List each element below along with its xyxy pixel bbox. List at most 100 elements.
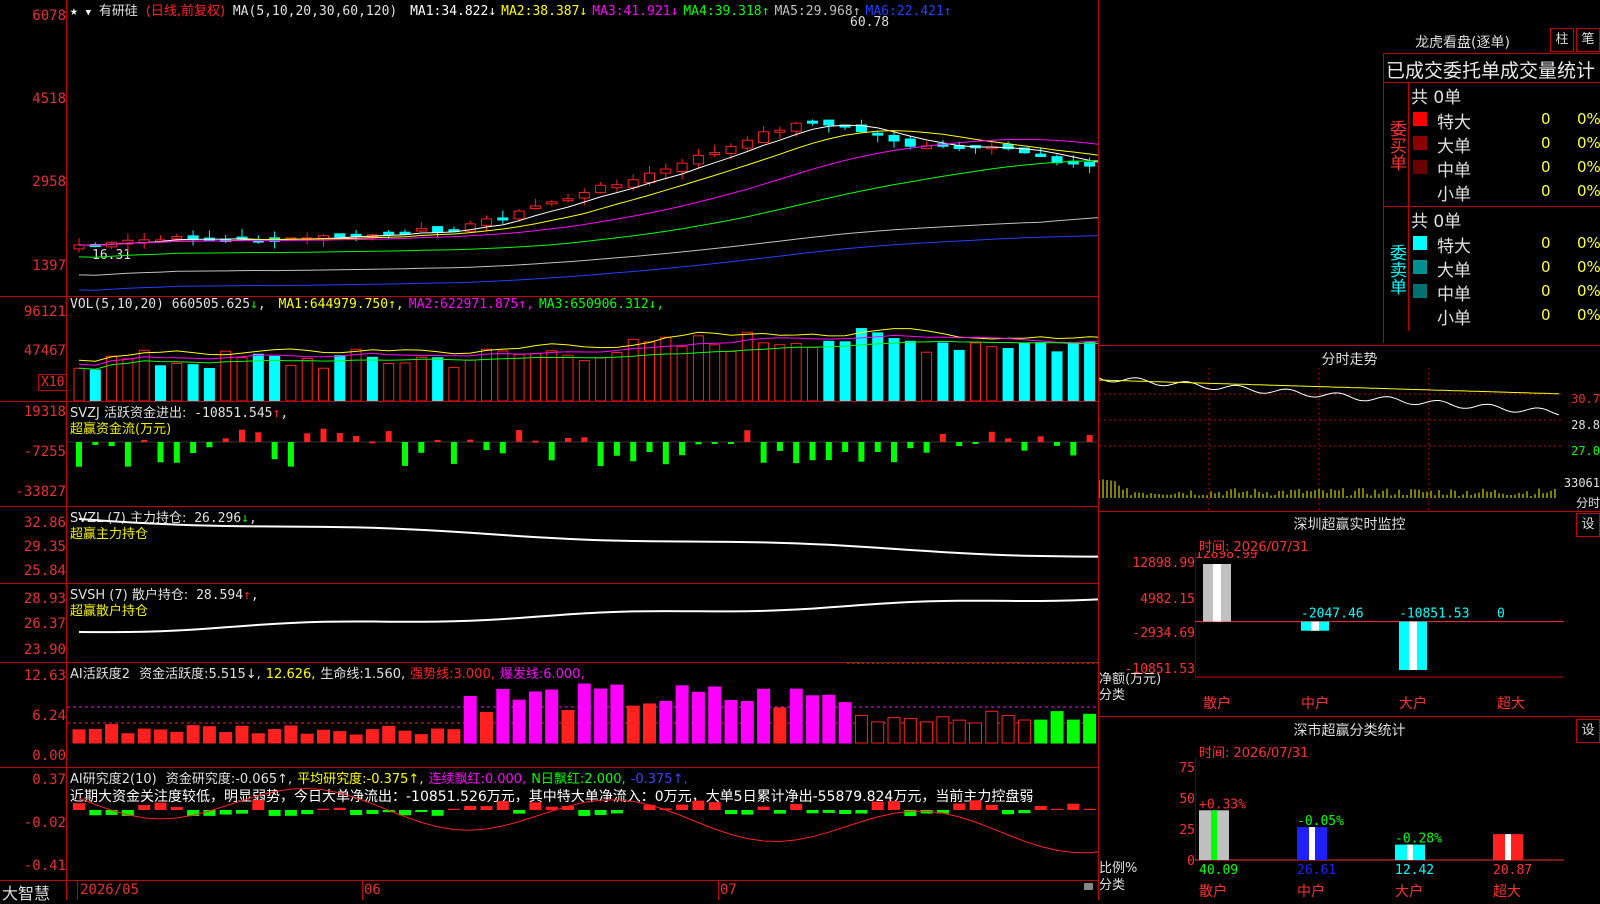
activity-bar: [953, 720, 965, 743]
intraday-chart[interactable]: [1099, 368, 1564, 512]
volume-bar: [563, 355, 573, 401]
flow-bar: [141, 440, 147, 442]
flow-bar: [565, 438, 571, 442]
activity-bar: [301, 734, 313, 743]
activity-bar: [318, 730, 330, 743]
svsh-pane[interactable]: SVSH (7) 散户持仓: 28.594↑, 超赢散户持仓 28.93 26.…: [0, 584, 1098, 663]
research-bar: [1067, 804, 1079, 810]
volume-bar: [384, 363, 394, 401]
flow-bar: [728, 442, 734, 444]
lock-icon[interactable]: [1084, 883, 1093, 890]
row-count: 0: [1541, 134, 1551, 152]
sz-bar-highlight: [1409, 622, 1417, 670]
research-bar: [1035, 806, 1047, 810]
research-bar: [155, 803, 167, 810]
candle-body: [596, 185, 606, 192]
candle-body: [1085, 162, 1095, 166]
flow-bar: [418, 442, 424, 453]
cls-x-axis-title: 分类: [1099, 874, 1125, 893]
row-name: 特大: [1437, 232, 1471, 257]
research-bar: [872, 802, 884, 810]
candle-body: [498, 218, 508, 220]
activity-chart[interactable]: [67, 663, 1098, 767]
research-bar: [334, 808, 346, 810]
flow-bar: [239, 430, 245, 442]
intraday-unit-label: 分时: [1576, 494, 1600, 511]
tick-view-button[interactable]: 笔: [1576, 28, 1600, 52]
flow-bar: [321, 429, 327, 442]
sz-category-label: 散户: [1203, 695, 1231, 712]
row-name: 大单: [1437, 132, 1471, 157]
row-name: 小单: [1437, 304, 1471, 329]
intraday-y-label: 30.7: [1571, 392, 1600, 406]
ai-research-pane[interactable]: AI研究度2(10) 资金研究度:-0.065↑,平均研究度:-0.375↑,连…: [0, 768, 1098, 881]
activity-bar: [562, 710, 574, 743]
ai2-y-label: -0.41: [0, 858, 66, 874]
activity-bar: [399, 731, 411, 743]
row-name: 中单: [1437, 156, 1471, 181]
candle-body: [628, 180, 638, 187]
classification-chart[interactable]: +0.33%40.09散户-0.05%26.61中户-0.28%12.42大户2…: [1195, 757, 1564, 901]
volume-bar: [449, 368, 459, 401]
ma30-line: [79, 160, 1098, 257]
flow-bar: [858, 442, 864, 462]
classification-panel: 深市超赢分类统计 设 时间: 2026/07/31 75 50 25 0 比例%…: [1099, 716, 1600, 901]
flow-bar: [630, 442, 636, 461]
flow-bar: [255, 432, 261, 442]
intraday-price-line: [1099, 378, 1559, 415]
cls-settings-button[interactable]: 设: [1576, 719, 1600, 743]
sz-monitor-panel: 深圳超赢实时监控 设 时间: 2026/07/31 12898.99 4982.…: [1099, 511, 1600, 717]
volume-pane[interactable]: VOL(5,10,20) 660505.625↓, MA1:644979.750…: [0, 297, 1098, 402]
sz-category-label: 中户: [1301, 695, 1329, 712]
sz-data-label: -2047.46: [1301, 607, 1364, 622]
sz-settings-button[interactable]: 设: [1576, 513, 1600, 537]
research-chart[interactable]: [67, 768, 1098, 880]
volume-bar: [710, 345, 720, 401]
date-tick: [362, 880, 363, 900]
activity-bar: [138, 729, 150, 743]
svzj-pane[interactable]: SVZJ 活跃资金进出: -10851.545↑, 超赢资金流(万元) 1931…: [0, 402, 1098, 507]
flow-bar: [288, 442, 294, 467]
price-y-label: 4518: [0, 91, 66, 107]
research-bar: [725, 810, 737, 814]
volume-bar: [482, 349, 492, 401]
research-bar: [1002, 810, 1014, 814]
cls-bar-highlight: [1407, 845, 1413, 860]
research-bar: [236, 810, 248, 814]
flow-bar: [842, 442, 848, 452]
svzl-pane[interactable]: SVZL (7) 主力持仓: 26.296↓, 超赢主力持仓 32.86 29.…: [0, 507, 1098, 584]
price-pane[interactable]: ★ ▼ 有研硅 (日线,前复权) MA(5,10,20,30,60,120) M…: [0, 0, 1098, 297]
sz-x-axis-title: 分类: [1099, 684, 1125, 703]
buy-total: 共 0单: [1409, 83, 1600, 107]
cls-category-label: 超大: [1493, 884, 1521, 900]
research-bar: [73, 803, 85, 810]
column-view-button[interactable]: 柱: [1550, 28, 1574, 52]
footer-bar: 大智慧 2026/05 06 07: [0, 880, 1098, 900]
volume-bar: [824, 341, 834, 401]
activity-bar: [855, 715, 867, 743]
research-bar: [807, 810, 819, 813]
price-y-label: 1397: [0, 258, 66, 274]
candlestick-chart[interactable]: [67, 0, 1098, 296]
research-bar: [986, 805, 998, 810]
retail-position-chart[interactable]: [67, 584, 1098, 662]
flow-bar: [272, 442, 278, 459]
capital-flow-chart[interactable]: [67, 402, 1098, 506]
volume-chart[interactable]: [67, 297, 1098, 401]
flow-bar: [695, 442, 701, 444]
intraday-panel[interactable]: 分时走势 30.7 28.8 27.0 33061 分时: [1099, 345, 1600, 512]
ai-activity-pane[interactable]: AI活跃度2 资金活跃度:5.515↓,12.626,生命线:1.560,强势线…: [0, 663, 1098, 768]
research-bar: [644, 805, 656, 810]
main-force-position-chart[interactable]: [67, 507, 1098, 583]
sz-net-flow-chart[interactable]: 12898.99散户-2047.46中户-10851.53大户0超大: [1195, 552, 1564, 717]
volume-bar: [840, 342, 850, 401]
activity-bar: [627, 706, 639, 743]
svsh-y-label: 28.93: [0, 591, 66, 607]
cls-bar-highlight: [1211, 810, 1217, 860]
row-pct: 0%: [1577, 110, 1600, 128]
price-y-label: 2958: [0, 174, 66, 190]
svsh-y-label: 23.90: [0, 642, 66, 658]
research-bar: [415, 810, 427, 812]
flow-bar: [647, 442, 653, 452]
activity-bar: [171, 732, 183, 743]
